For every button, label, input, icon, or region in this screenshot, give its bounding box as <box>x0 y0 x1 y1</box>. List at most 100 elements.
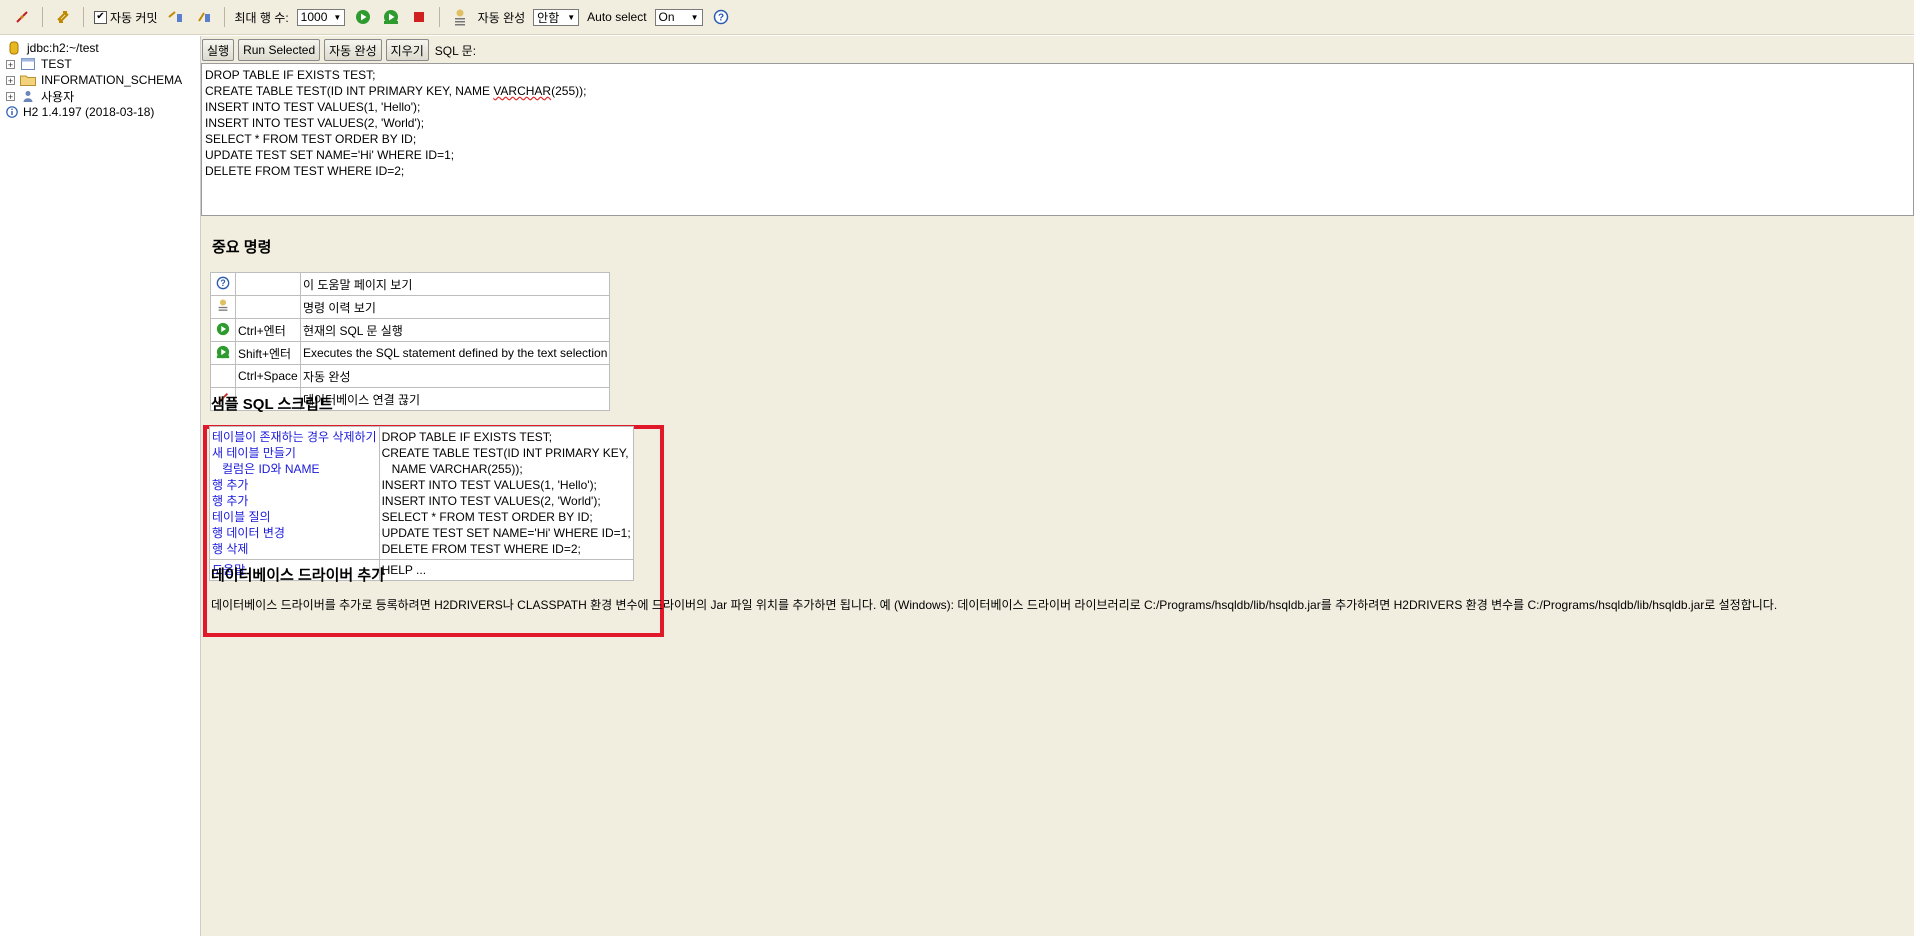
run-selected-button[interactable]: Run Selected <box>238 39 321 61</box>
tree-connection[interactable]: jdbc:h2:~/test <box>6 40 99 56</box>
tree-item-users[interactable]: + 사용자 <box>6 88 74 104</box>
autocomplete-value: 안함 <box>537 10 560 25</box>
sample-link[interactable]: 새 테이블 만들기 <box>212 445 377 461</box>
autocomplete-select[interactable]: 안함 ▼ <box>533 8 580 26</box>
run-button[interactable]: 실행 <box>202 39 235 61</box>
tree-version: H2 1.4.197 (2018-03-18) <box>6 104 154 120</box>
sql-line: CREATE TABLE TEST(ID INT PRIMARY KEY, NA… <box>205 84 587 98</box>
max-rows-select[interactable]: 1000 ▼ <box>296 8 345 26</box>
table-icon <box>20 57 36 71</box>
tree-item-information-schema[interactable]: + INFORMATION_SCHEMA <box>6 72 182 88</box>
help-icon[interactable]: ? <box>210 272 236 296</box>
sample-code-cell: DROP TABLE IF EXISTS TEST; CREATE TABLE … <box>378 426 634 560</box>
sample-code-line: CREATE TABLE TEST(ID INT PRIMARY KEY, <box>381 446 629 460</box>
shortcut-cell <box>235 272 301 296</box>
sample-code-line: DELETE FROM TEST WHERE ID=2; <box>381 542 581 556</box>
run-icon[interactable] <box>210 318 236 342</box>
expand-icon[interactable]: + <box>6 75 15 85</box>
command-desc: Executes the SQL statement defined by th… <box>299 341 611 365</box>
sample-code-line: INSERT INTO TEST VALUES(2, 'World'); <box>381 494 601 508</box>
separator <box>42 7 43 27</box>
sample-link[interactable]: 행 추가 <box>212 477 377 493</box>
run-selected-icon[interactable] <box>210 341 236 365</box>
sql-button-bar: 실행 Run Selected 자동 완성 지우기 SQL 문: <box>202 38 476 62</box>
sample-code-line: UPDATE TEST SET NAME='Hi' WHERE ID=1; <box>381 526 631 540</box>
shortcut-cell: Ctrl+엔터 <box>235 318 301 342</box>
table-row: Shift+엔터 Executes the SQL statement defi… <box>210 341 611 365</box>
tree-item-test[interactable]: + TEST <box>6 56 72 72</box>
separator <box>223 7 225 27</box>
chevron-down-icon: ▼ <box>690 12 699 22</box>
run-icon[interactable] <box>353 7 373 27</box>
table-row: 테이블이 존재하는 경우 삭제하기 새 테이블 만들기 컬럼은 ID와 NAME… <box>209 426 634 560</box>
sql-editor[interactable]: DROP TABLE IF EXISTS TEST; CREATE TABLE … <box>201 63 1914 216</box>
clear-button[interactable]: 지우기 <box>385 39 429 61</box>
checkbox-box[interactable]: ✔ <box>94 10 107 24</box>
sample-sql-title: 샘플 SQL 스크립트 <box>211 396 333 413</box>
command-desc: 현재의 SQL 문 실행 <box>299 318 611 342</box>
rollback-icon[interactable] <box>194 7 214 27</box>
max-rows-value: 1000 <box>300 10 328 24</box>
command-desc: 자동 완성 <box>299 364 611 388</box>
sample-code-line: SELECT * FROM TEST ORDER BY ID; <box>381 510 593 524</box>
commit-icon[interactable] <box>166 7 186 27</box>
refresh-icon[interactable] <box>53 7 73 27</box>
sample-code-line: NAME VARCHAR(255)); <box>391 462 523 476</box>
autocomplete-label: 자동 완성 <box>477 10 526 25</box>
sql-label: SQL 문: <box>434 43 477 58</box>
sample-sql-table: 테이블이 존재하는 경우 삭제하기 새 테이블 만들기 컬럼은 ID와 NAME… <box>209 426 634 581</box>
sql-line: DELETE FROM TEST WHERE ID=2; <box>205 164 405 178</box>
shortcut-cell: Shift+엔터 <box>235 341 301 365</box>
connection-label: jdbc:h2:~/test <box>27 41 99 55</box>
tree-item-label: TEST <box>41 57 72 71</box>
auto-select-value: On <box>658 10 675 24</box>
autocomplete-button[interactable]: 자동 완성 <box>324 39 382 61</box>
version-label: H2 1.4.197 (2018-03-18) <box>23 105 155 119</box>
sample-link[interactable]: 행 데이터 변경 <box>212 525 377 541</box>
sample-link[interactable]: 테이블이 존재하는 경우 삭제하기 <box>212 429 377 445</box>
sql-line: DROP TABLE IF EXISTS TEST; <box>205 68 376 82</box>
sample-link[interactable]: 컬럼은 ID와 NAME <box>212 461 377 477</box>
command-desc: 명령 이력 보기 <box>299 295 611 319</box>
expand-icon[interactable]: + <box>6 91 15 101</box>
users-icon <box>20 89 36 103</box>
stop-icon[interactable] <box>409 7 429 27</box>
command-desc: 데이터베이스 연결 끊기 <box>299 387 611 411</box>
sample-link[interactable]: 행 삭제 <box>212 541 377 557</box>
sql-line: INSERT INTO TEST VALUES(1, 'Hello'); <box>205 100 421 114</box>
tree-item-label: INFORMATION_SCHEMA <box>41 73 183 87</box>
sql-line: UPDATE TEST SET NAME='Hi' WHERE ID=1; <box>205 148 455 162</box>
svg-text:?: ? <box>717 13 723 24</box>
driver-description: 데이터베이스 드라이버를 추가로 등록하려면 H2DRIVERS나 CLASSP… <box>211 598 1778 612</box>
history-icon[interactable] <box>210 295 236 319</box>
sample-link[interactable]: 행 추가 <box>212 493 377 509</box>
help-icon[interactable]: ? <box>711 7 731 27</box>
auto-select-select[interactable]: On ▼ <box>654 8 703 26</box>
toolbar: ✔ 자동 커밋 최대 행 수: 1000 ▼ 자동 완성 안함 ▼ Auto s… <box>0 0 1914 35</box>
shortcut-cell <box>235 295 301 319</box>
info-icon <box>6 105 18 119</box>
auto-select-label: Auto select <box>587 10 647 24</box>
command-desc: 이 도움말 페이지 보기 <box>299 272 611 296</box>
help-code-cell: HELP ... <box>378 559 634 581</box>
sql-line: SELECT * FROM TEST ORDER BY ID; <box>205 132 417 146</box>
important-commands-title: 중요 명령 <box>212 239 272 256</box>
sample-links-cell: 테이블이 존재하는 경우 삭제하기 새 테이블 만들기 컬럼은 ID와 NAME… <box>209 426 380 560</box>
expand-icon[interactable]: + <box>6 59 15 69</box>
svg-text:?: ? <box>220 278 225 288</box>
run-selected-icon[interactable] <box>381 7 401 27</box>
table-row: ? 이 도움말 페이지 보기 <box>210 272 611 296</box>
disconnect-icon[interactable] <box>12 7 32 27</box>
sample-link[interactable]: 테이블 질의 <box>212 509 377 525</box>
schema-tree: jdbc:h2:~/test + TEST + INFORMATION_SCHE… <box>0 36 200 936</box>
driver-title: 데이터베이스 드라이버 추가 <box>211 567 385 584</box>
sample-code-line: DROP TABLE IF EXISTS TEST; <box>381 430 553 444</box>
important-commands-table: ? 이 도움말 페이지 보기 명령 이력 보기 Ctrl+엔터 현재의 SQL … <box>210 272 611 411</box>
tree-item-label: 사용자 <box>41 89 75 104</box>
auto-commit-checkbox[interactable]: ✔ 자동 커밋 <box>94 9 158 26</box>
shortcut-cell: Ctrl+Space <box>235 364 301 388</box>
sql-line: INSERT INTO TEST VALUES(2, 'World'); <box>205 116 425 130</box>
help-code: HELP ... <box>381 563 427 577</box>
history-icon[interactable] <box>450 7 470 27</box>
max-rows-label: 최대 행 수: <box>234 10 289 25</box>
